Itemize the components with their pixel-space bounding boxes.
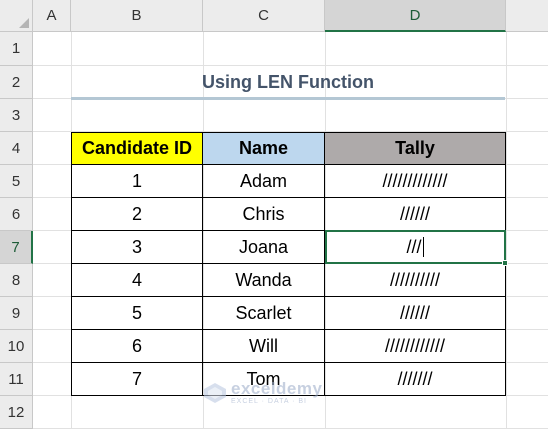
cell-id[interactable]: 7 [71, 363, 203, 396]
column-header-next[interactable] [506, 0, 548, 32]
cell-name[interactable]: Chris [203, 198, 325, 231]
row-header-6[interactable]: 6 [0, 198, 33, 231]
cell-tally[interactable]: ////// [325, 198, 506, 231]
column-header-a[interactable]: A [33, 0, 71, 32]
cell-tally[interactable]: ////// [325, 297, 506, 330]
select-all-triangle-icon [19, 18, 29, 28]
row-header-10[interactable]: 10 [0, 330, 33, 363]
column-header-c[interactable]: C [203, 0, 325, 32]
title-underline [71, 97, 505, 100]
cell-id[interactable]: 3 [71, 231, 203, 264]
cell-name[interactable]: Joana [203, 231, 325, 264]
row-header-8[interactable]: 8 [0, 264, 33, 297]
cell-id[interactable]: 2 [71, 198, 203, 231]
row-header-7[interactable]: 7 [0, 231, 33, 264]
cell-tally[interactable]: //////////// [325, 330, 506, 363]
column-header-d[interactable]: D [325, 0, 506, 32]
select-all-button[interactable] [0, 0, 33, 32]
row-header-11[interactable]: 11 [0, 363, 33, 396]
cell-tally[interactable]: ///////////// [325, 165, 506, 198]
exceldemy-logo-icon [204, 383, 226, 403]
watermark: exceldemy EXCEL · DATA · BI [203, 380, 322, 406]
sheet-title: Using LEN Function [202, 72, 374, 92]
cell-name[interactable]: Scarlet [203, 297, 325, 330]
row-header-12[interactable]: 12 [0, 396, 33, 429]
cell-name[interactable]: Will [203, 330, 325, 363]
fill-handle[interactable] [502, 260, 508, 266]
active-cell-border [325, 230, 506, 264]
cell-id[interactable]: 1 [71, 165, 203, 198]
watermark-name: exceldemy [231, 379, 323, 398]
row-header-3[interactable]: 3 [0, 99, 33, 132]
header-tally[interactable]: Tally [325, 132, 506, 165]
row-header-9[interactable]: 9 [0, 297, 33, 330]
cell-name[interactable]: Adam [203, 165, 325, 198]
cell-tally[interactable]: /////// [325, 363, 506, 396]
cell-id[interactable]: 6 [71, 330, 203, 363]
row-header-2[interactable]: 2 [0, 66, 33, 99]
row-header-1[interactable]: 1 [0, 32, 33, 66]
cell-id[interactable]: 4 [71, 264, 203, 297]
row-header-4[interactable]: 4 [0, 132, 33, 165]
cell-name[interactable]: Wanda [203, 264, 325, 297]
header-candidate-id[interactable]: Candidate ID [71, 132, 203, 165]
watermark-tagline: EXCEL · DATA · BI [231, 398, 307, 405]
row-header-5[interactable]: 5 [0, 165, 33, 198]
header-name[interactable]: Name [203, 132, 325, 165]
cell-id[interactable]: 5 [71, 297, 203, 330]
cell-tally[interactable]: ////////// [325, 264, 506, 297]
column-header-b[interactable]: B [71, 0, 203, 32]
